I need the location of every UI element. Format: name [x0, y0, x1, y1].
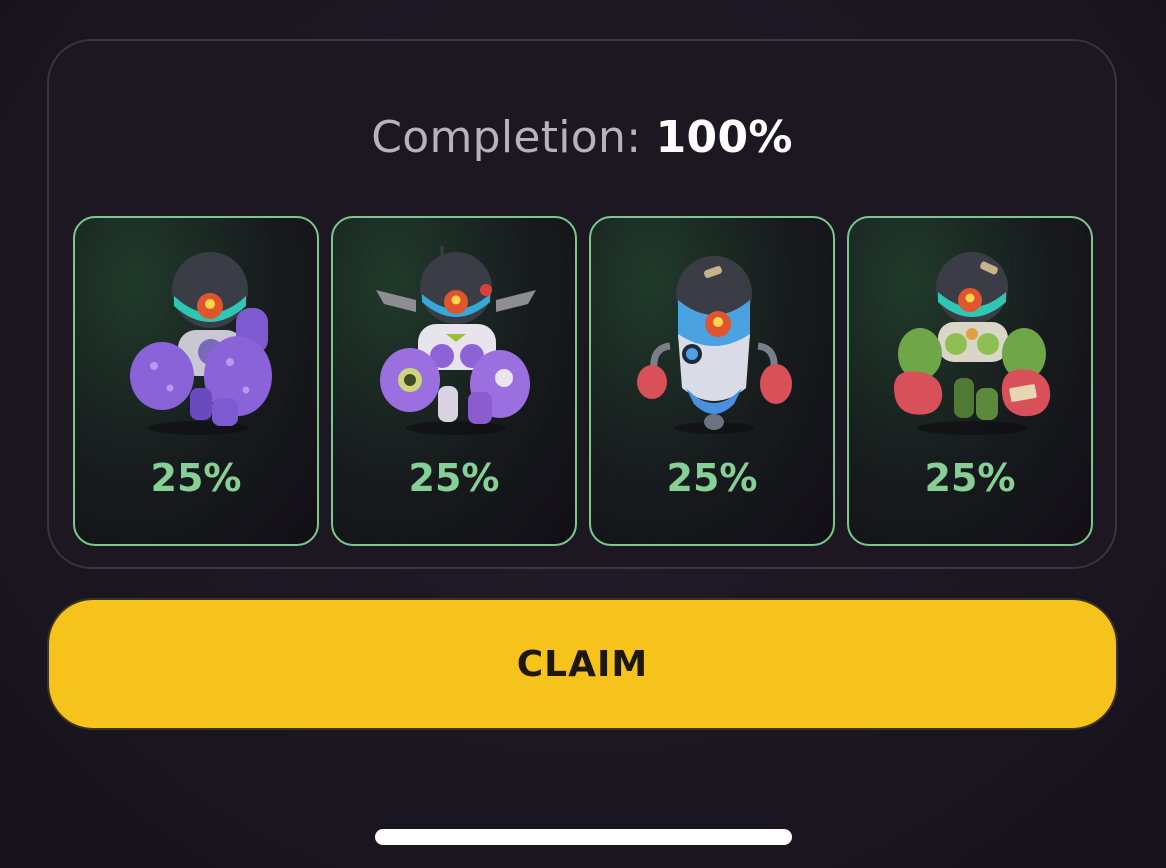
claim-button-label: CLAIM — [516, 643, 649, 685]
robot-cards: 25% 25% 25% 25% — [73, 216, 1093, 546]
purple-robot-icon — [130, 252, 272, 435]
card-percent: 25% — [924, 456, 1016, 500]
boxer-robot-icon — [637, 256, 792, 434]
home-indicator[interactable] — [375, 829, 792, 845]
card-percent: 25% — [150, 456, 242, 500]
completion-label: Completion: — [371, 112, 642, 163]
robot-card[interactable]: 25% — [847, 216, 1093, 546]
card-percent: 25% — [666, 456, 758, 500]
robot-card[interactable]: 25% — [589, 216, 835, 546]
winged-robot-icon — [376, 246, 536, 435]
robot-card[interactable]: 25% — [331, 216, 577, 546]
claim-button[interactable]: CLAIM — [47, 598, 1118, 730]
robot-card[interactable]: 25% — [73, 216, 319, 546]
green-boxer-robot-icon — [894, 252, 1051, 435]
completion-panel: Completion: 100% 25% 25% 25% 25% — [47, 39, 1117, 569]
completion-value: 100% — [655, 112, 793, 163]
reward-screen: Completion: 100% 25% 25% 25% 25% CLAIM — [0, 0, 1166, 868]
card-percent: 25% — [408, 456, 500, 500]
completion-text: Completion: 100% — [49, 113, 1115, 163]
